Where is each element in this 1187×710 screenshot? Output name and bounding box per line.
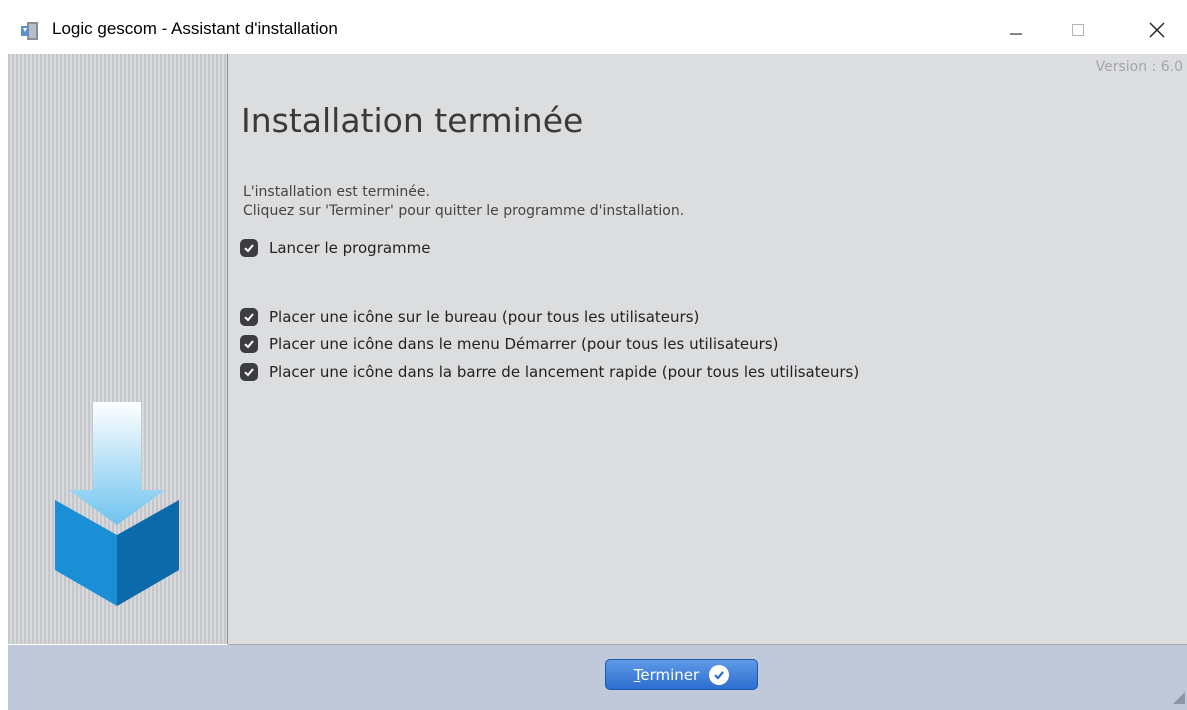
launch-program-checkbox[interactable]: Lancer le programme [240, 237, 431, 259]
footer-bar: Terminer [8, 645, 1187, 710]
installer-app-icon [20, 20, 40, 42]
installer-window: Logic gescom - Assistant d'installation [0, 0, 1187, 710]
start-menu-icon-label: Placer une icône dans le menu Démarrer (… [269, 335, 779, 353]
quick-launch-icon-checkbox[interactable]: Placer une icône dans la barre de lancem… [240, 361, 859, 383]
desktop-icon-checkbox[interactable]: Placer une icône sur le bureau (pour tou… [240, 306, 699, 328]
finish-button[interactable]: Terminer [605, 659, 758, 690]
finish-button-label: Terminer [633, 665, 700, 684]
check-circle-icon [709, 664, 730, 685]
launch-program-label: Lancer le programme [269, 239, 431, 257]
close-button[interactable] [1134, 10, 1180, 50]
checkbox-checked-icon[interactable] [240, 239, 258, 257]
sidebar-panel [8, 54, 228, 644]
checkbox-checked-icon[interactable] [240, 308, 258, 326]
description-line-1: L'installation est terminée. [243, 184, 430, 200]
checkbox-checked-icon[interactable] [240, 363, 258, 381]
start-menu-icon-checkbox[interactable]: Placer une icône dans le menu Démarrer (… [240, 333, 778, 355]
minimize-icon [1010, 33, 1022, 35]
close-icon [1149, 22, 1165, 38]
download-box-icon [55, 402, 179, 612]
maximize-button[interactable] [1055, 10, 1101, 50]
checkbox-checked-icon[interactable] [240, 335, 258, 353]
content-panel: Version : 6.0 Installation terminée L'in… [228, 54, 1187, 645]
title-bar[interactable]: Logic gescom - Assistant d'installation [0, 0, 1187, 54]
version-label: Version : 6.0 [1095, 59, 1183, 75]
resize-grip-icon[interactable] [1173, 689, 1185, 708]
window-title: Logic gescom - Assistant d'installation [52, 19, 338, 38]
quick-launch-icon-label: Placer une icône dans la barre de lancem… [269, 363, 860, 381]
minimize-button[interactable] [993, 10, 1039, 50]
desktop-icon-label: Placer une icône sur le bureau (pour tou… [269, 308, 700, 326]
page-title: Installation terminée [241, 101, 584, 140]
description-line-2: Cliquez sur 'Terminer' pour quitter le p… [243, 203, 685, 219]
maximize-icon [1072, 24, 1084, 36]
